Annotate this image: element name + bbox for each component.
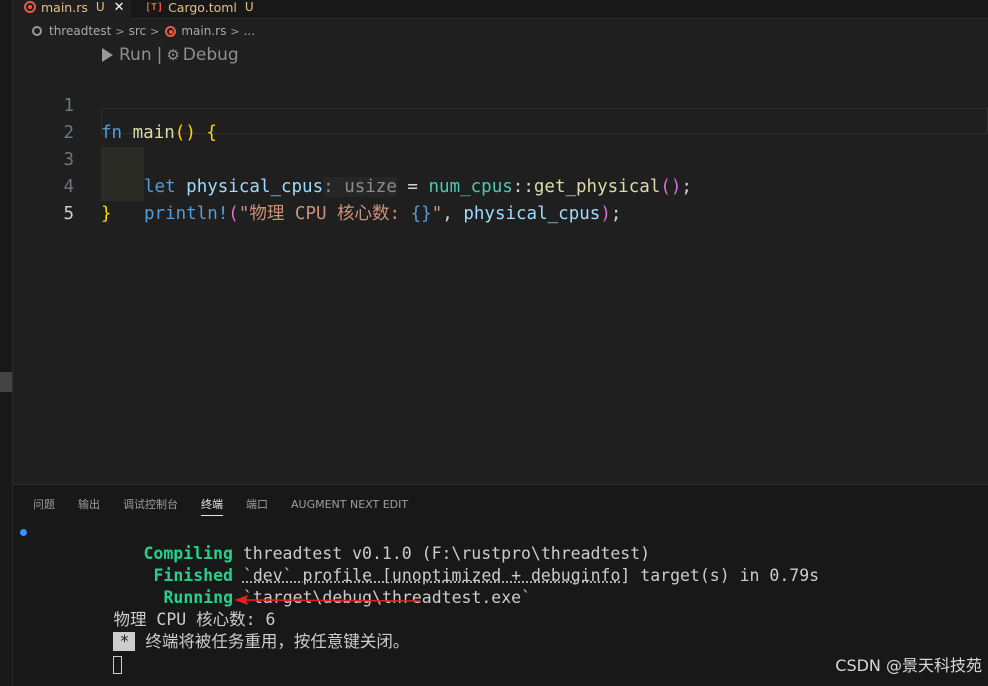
breadcrumb-item[interactable]: ... bbox=[244, 24, 255, 38]
code-line: 5 bbox=[0, 174, 988, 224]
codelens-separator: | bbox=[156, 45, 163, 65]
tab-augment-next-edit[interactable]: AUGMENT NEXT EDIT bbox=[291, 495, 408, 515]
semicolon: ; bbox=[610, 204, 622, 224]
tab-label: Cargo.toml bbox=[168, 0, 237, 15]
brace: } bbox=[101, 204, 112, 224]
editor-tab-bar: main.rs U ✕ [T] Cargo.toml U bbox=[13, 0, 988, 19]
code-line: 1 fn main() { bbox=[0, 66, 988, 143]
panel-tabs: 问题 输出 调试控制台 终端 端口 AUGMENT NEXT EDIT bbox=[33, 495, 431, 516]
vscode-window: main.rs U ✕ [T] Cargo.toml U threadtest … bbox=[0, 0, 988, 686]
tab-main-rs[interactable]: main.rs U ✕ bbox=[13, 0, 131, 19]
terminal-cursor bbox=[113, 655, 123, 674]
code-line: 2 let physical_cpus: usize = num_cpus::g… bbox=[0, 93, 988, 197]
paren: ) bbox=[600, 204, 611, 224]
run-icon bbox=[102, 48, 113, 62]
rust-file-icon bbox=[165, 25, 177, 37]
terminal-line: Compiling threadtest v0.1.0 (F:\rustpro\… bbox=[20, 521, 819, 563]
tab-output[interactable]: 输出 bbox=[78, 495, 100, 515]
terminal-line: Finished `dev` profile [unoptimized + de… bbox=[34, 543, 819, 585]
variable: physical_cpus bbox=[463, 204, 601, 224]
breadcrumb: threadtest > src > main.rs > ... bbox=[32, 22, 255, 40]
breadcrumb-item[interactable]: main.rs bbox=[181, 24, 226, 38]
breadcrumb-item[interactable]: threadtest bbox=[49, 24, 111, 38]
toml-file-icon: [T] bbox=[145, 1, 164, 13]
string-literal: "物理 CPU 核心数: bbox=[238, 204, 411, 224]
terminal-output[interactable]: Compiling threadtest v0.1.0 (F:\rustpro\… bbox=[20, 521, 819, 674]
untracked-badge: U bbox=[244, 0, 254, 14]
tab-problems[interactable]: 问题 bbox=[33, 495, 55, 515]
string-literal: " bbox=[431, 204, 443, 224]
codelens: Run | ⚙ Debug bbox=[102, 44, 239, 66]
comma: , bbox=[442, 204, 464, 224]
rust-file-icon bbox=[24, 1, 36, 13]
format-placeholder: {} bbox=[410, 204, 432, 224]
untracked-badge: U bbox=[95, 0, 105, 14]
terminal-line bbox=[34, 631, 819, 674]
tab-debug-console[interactable]: 调试控制台 bbox=[123, 495, 178, 515]
debug-button[interactable]: Debug bbox=[183, 45, 239, 65]
folder-target-icon bbox=[32, 26, 42, 36]
scroll-indicator[interactable] bbox=[0, 372, 12, 392]
run-button[interactable]: Run bbox=[119, 45, 152, 65]
tab-label: main.rs bbox=[41, 0, 88, 15]
watermark: CSDN @景天科技苑 bbox=[835, 656, 982, 675]
chevron-right-icon: > bbox=[230, 24, 240, 38]
red-arrow-annotation bbox=[234, 595, 421, 605]
chevron-right-icon: > bbox=[150, 24, 160, 38]
paren: ( bbox=[228, 204, 239, 224]
tab-ports[interactable]: 端口 bbox=[246, 495, 268, 515]
macro: println! bbox=[144, 204, 229, 224]
terminal-line: * 终端将被任务重用，按任意键关闭。 bbox=[34, 609, 819, 651]
tab-cargo-toml[interactable]: [T] Cargo.toml U bbox=[141, 0, 254, 18]
line-number: 5 bbox=[63, 204, 74, 224]
code-editor[interactable]: 1 fn main() { 2 let physical_cpus: usize… bbox=[0, 66, 988, 224]
breadcrumb-item[interactable]: src bbox=[129, 24, 147, 38]
command-status-dot[interactable] bbox=[20, 529, 27, 536]
code-line: 4 } bbox=[0, 147, 988, 224]
code-line: 3 println!("物理 CPU 核心数: {}", physical_cp… bbox=[0, 120, 988, 224]
close-icon[interactable]: ✕ bbox=[114, 0, 125, 15]
chevron-right-icon: > bbox=[115, 24, 125, 38]
terminal-line: Running `target\debug\threadtest.exe` bbox=[34, 565, 819, 607]
gear-icon: ⚙ bbox=[166, 46, 180, 64]
tab-terminal[interactable]: 终端 bbox=[201, 495, 223, 516]
